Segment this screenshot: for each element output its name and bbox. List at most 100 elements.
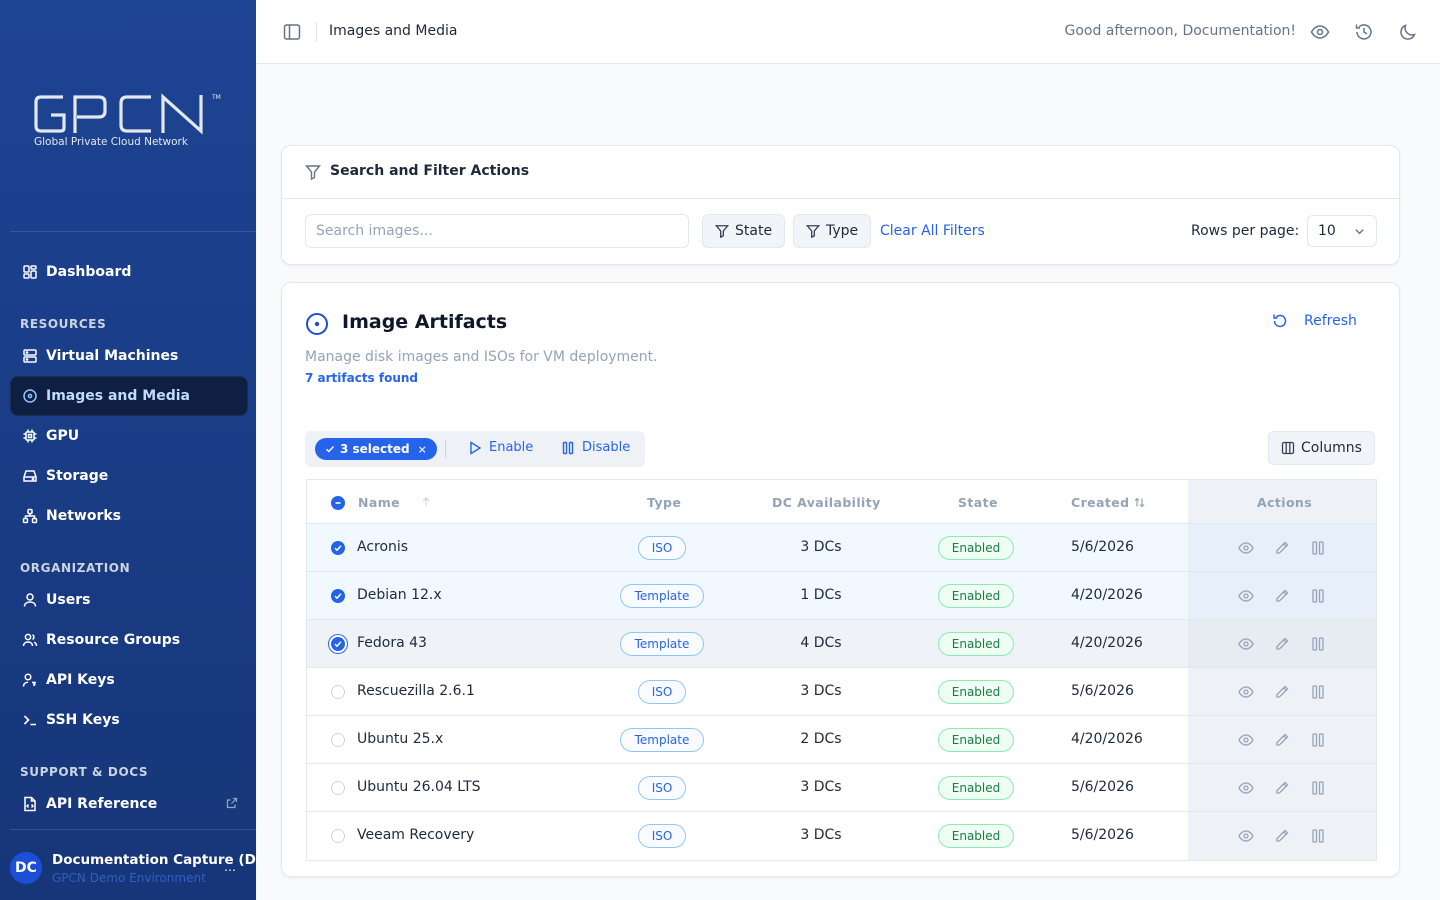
eye-icon[interactable] (1310, 22, 1330, 42)
header-actions: Actions (1257, 495, 1313, 510)
row-checkbox[interactable] (331, 829, 345, 843)
sidebar-item-images-and-media[interactable]: Images and Media (10, 376, 248, 416)
sort-both-icon[interactable] (1133, 496, 1146, 509)
edit-icon[interactable] (1274, 540, 1290, 556)
disable-icon[interactable] (1310, 588, 1326, 604)
filter-card-title: Search and Filter Actions (330, 163, 530, 179)
status-badge: Enabled (938, 584, 1014, 608)
disc-icon (23, 389, 37, 403)
disable-button[interactable]: Disable (561, 440, 630, 455)
refresh-label: Refresh (1304, 313, 1357, 329)
disable-icon[interactable] (1310, 636, 1326, 652)
view-icon[interactable] (1238, 588, 1254, 604)
type-filter-button[interactable]: Type (793, 214, 872, 248)
sidebar-item-gpu[interactable]: GPU (10, 416, 248, 456)
dc-availability: 4 DCs (800, 635, 842, 651)
dc-availability: 3 DCs (800, 683, 842, 699)
sidebar-item-ssh-keys[interactable]: SSH Keys (10, 700, 248, 740)
row-checkbox[interactable] (331, 733, 345, 747)
view-icon[interactable] (1238, 540, 1254, 556)
table-row[interactable]: Rescuezilla 2.6.1 ISO 3 DCs Enabled 5/6/2026 (307, 668, 1376, 716)
filter-card-header: Search and Filter Actions (282, 146, 1399, 199)
table-row[interactable]: Acronis ISO 3 DCs Enabled 5/6/2026 (307, 524, 1376, 572)
sidebar-divider (10, 231, 256, 232)
row-checkbox[interactable] (331, 685, 345, 699)
view-icon[interactable] (1238, 636, 1254, 652)
sidebar-toggle-icon[interactable] (282, 22, 302, 42)
sidebar-item-resource-groups[interactable]: Resource Groups (10, 620, 248, 660)
search-input[interactable] (305, 214, 689, 248)
edit-icon[interactable] (1274, 828, 1290, 844)
filter-icon (806, 225, 820, 238)
sidebar-item-api-keys[interactable]: API Keys (10, 660, 248, 700)
table-row[interactable]: Ubuntu 26.04 LTS ISO 3 DCs Enabled 5/6/2026 (307, 764, 1376, 812)
dc-availability: 2 DCs (800, 731, 842, 747)
row-checkbox[interactable] (331, 589, 345, 603)
edit-icon[interactable] (1274, 684, 1290, 700)
selection-badge[interactable]: 3 selected × (315, 438, 437, 460)
table-row[interactable]: Debian 12.x Template 1 DCs Enabled 4/20/2026 (307, 572, 1376, 620)
header-type[interactable]: Type (647, 495, 681, 510)
table-row[interactable]: Ubuntu 25.x Template 2 DCs Enabled 4/20/2026 (307, 716, 1376, 764)
view-icon[interactable] (1238, 732, 1254, 748)
disable-icon[interactable] (1310, 684, 1326, 700)
header-name[interactable]: Name (358, 495, 400, 510)
view-icon[interactable] (1238, 780, 1254, 796)
edit-icon[interactable] (1274, 636, 1290, 652)
row-checkbox[interactable] (331, 637, 345, 651)
created-date: 5/6/2026 (1071, 539, 1134, 555)
row-checkbox[interactable] (331, 541, 345, 555)
table-header: Name Type DC Availability State Created … (307, 480, 1376, 524)
table-row[interactable]: Fedora 43 Template 4 DCs Enabled 4/20/2026 (307, 620, 1376, 668)
disable-icon[interactable] (1310, 732, 1326, 748)
enable-button[interactable]: Enable (468, 440, 533, 455)
sidebar-item-virtual-machines[interactable]: Virtual Machines (10, 336, 248, 376)
sort-ascending-icon[interactable] (420, 496, 432, 508)
clear-filters-link[interactable]: Clear All Filters (880, 223, 985, 239)
user-menu-more[interactable]: … (224, 860, 236, 874)
edit-icon[interactable] (1274, 780, 1290, 796)
header-state[interactable]: State (958, 495, 998, 510)
rows-per-page-label: Rows per page: (1191, 223, 1300, 239)
user-key-icon (22, 673, 36, 687)
status-badge: Enabled (938, 776, 1014, 800)
sidebar-item-users[interactable]: Users (10, 580, 248, 620)
header-created[interactable]: Created (1071, 495, 1129, 510)
rows-per-page-select[interactable]: 10 (1307, 215, 1377, 247)
sidebar-item-dashboard[interactable]: Dashboard (10, 252, 248, 292)
disc-icon (306, 313, 328, 335)
select-all-checkbox[interactable] (331, 496, 345, 510)
history-icon[interactable] (1354, 22, 1374, 42)
play-icon (470, 440, 482, 455)
disable-icon[interactable] (1310, 540, 1326, 556)
pause-icon (562, 441, 574, 454)
sidebar-item-networks[interactable]: Networks (10, 496, 248, 536)
disable-icon[interactable] (1310, 780, 1326, 796)
view-icon[interactable] (1238, 828, 1254, 844)
bulk-action-bar: 3 selected × Enable Disable (305, 431, 645, 467)
sidebar-item-storage[interactable]: Storage (10, 456, 248, 496)
type-badge: ISO (638, 536, 686, 560)
sidebar-item-label: Resource Groups (46, 632, 181, 648)
user-profile[interactable]: DC Documentation Capture (Do GPCN Demo E… (0, 840, 256, 900)
row-checkbox[interactable] (331, 781, 345, 795)
dc-availability: 3 DCs (800, 827, 842, 843)
refresh-button[interactable]: Refresh (1272, 313, 1357, 329)
disable-icon[interactable] (1310, 828, 1326, 844)
view-icon[interactable] (1238, 684, 1254, 700)
cpu-icon (23, 429, 37, 443)
clear-selection-icon[interactable]: × (418, 443, 427, 456)
table-row[interactable]: Veeam Recovery ISO 3 DCs Enabled 5/6/2026 (307, 812, 1376, 860)
dashboard-icon (23, 265, 37, 279)
state-filter-button[interactable]: State (702, 214, 786, 248)
moon-icon[interactable] (1398, 22, 1418, 42)
columns-button[interactable]: Columns (1268, 431, 1375, 465)
edit-icon[interactable] (1274, 732, 1290, 748)
columns-icon (1281, 441, 1295, 455)
file-code-icon (24, 796, 36, 812)
sidebar-item-api-reference[interactable]: API Reference (10, 784, 248, 824)
gpcn-logo[interactable] (33, 93, 208, 135)
sidebar-item-label: API Keys (46, 672, 115, 688)
edit-icon[interactable] (1274, 588, 1290, 604)
header-dc-availability[interactable]: DC Availability (772, 495, 881, 510)
